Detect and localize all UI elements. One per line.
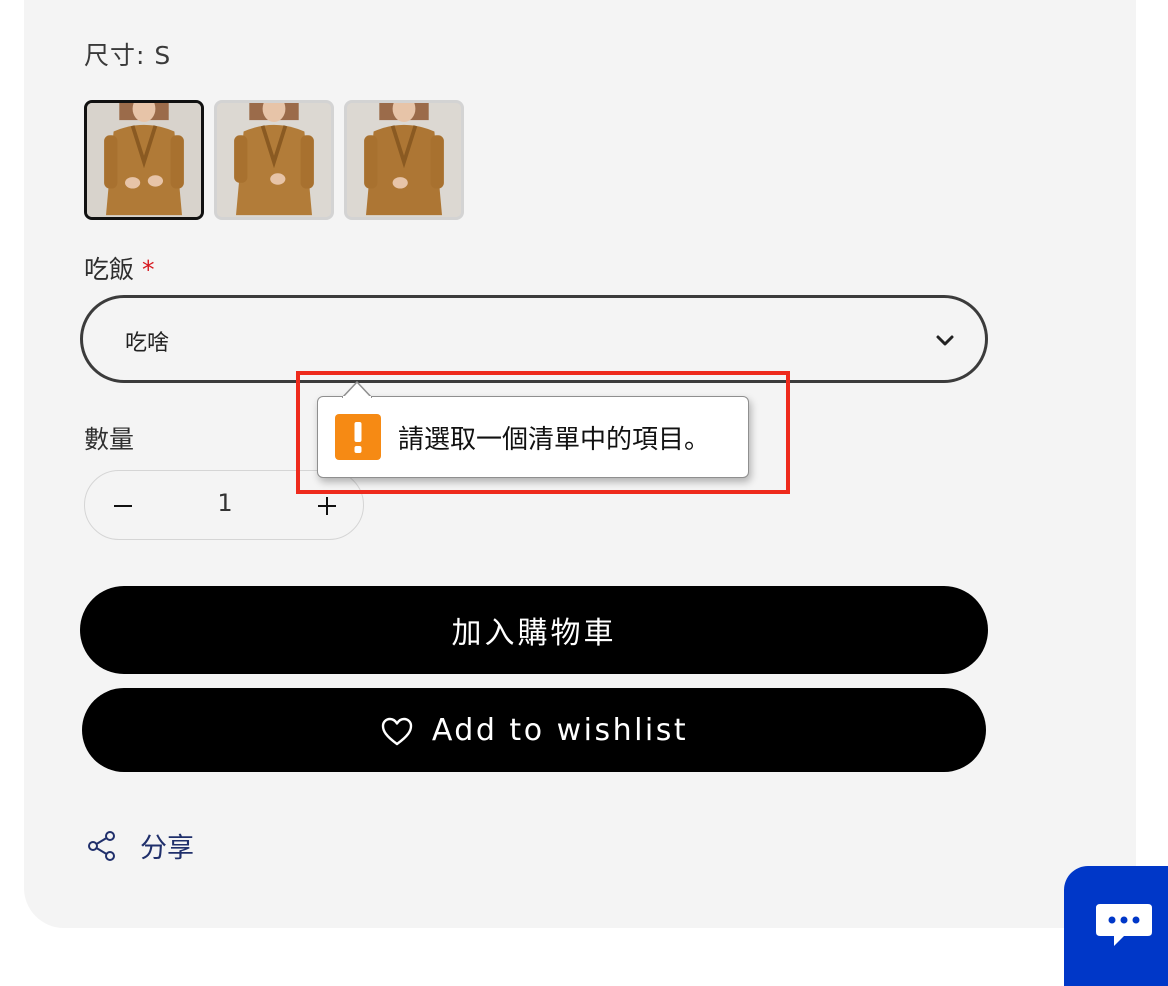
- dress-image: [347, 103, 461, 217]
- heart-icon: [381, 717, 413, 746]
- chat-icon: [1096, 904, 1152, 946]
- quantity-value[interactable]: 1: [205, 489, 245, 517]
- share-label: 分享: [140, 833, 194, 864]
- chat-launcher-button[interactable]: [1064, 866, 1168, 986]
- thumbnail-dress-2[interactable]: [214, 100, 334, 220]
- wishlist-label: Add to wishlist: [431, 712, 689, 748]
- quantity-label: 數量: [84, 425, 135, 454]
- thumbnail-dress-3[interactable]: [344, 100, 464, 220]
- thumbnail-dress-1[interactable]: [84, 100, 204, 220]
- add-to-wishlist-button[interactable]: Add to wishlist: [82, 688, 986, 772]
- highlight-box: [296, 371, 790, 494]
- variant-thumbnails: [84, 100, 464, 220]
- add-to-cart-button[interactable]: 加入購物車: [80, 586, 988, 674]
- share-icon: [88, 830, 115, 861]
- option-field-label-text: 吃飯: [84, 255, 135, 284]
- chevron-down-icon: [936, 335, 954, 346]
- size-label: 尺寸: S: [84, 41, 172, 70]
- add-to-cart-label: 加入購物車: [451, 616, 617, 651]
- option-field-label: 吃飯 *: [84, 250, 155, 286]
- dress-image: [87, 103, 201, 217]
- decrease-quantity-button[interactable]: [105, 488, 141, 524]
- share-link[interactable]: 分享: [86, 826, 194, 865]
- option-select[interactable]: 吃啥: [80, 295, 988, 383]
- required-mark: *: [142, 255, 155, 284]
- dress-image: [217, 103, 331, 217]
- option-select-value: 吃啥: [125, 331, 170, 356]
